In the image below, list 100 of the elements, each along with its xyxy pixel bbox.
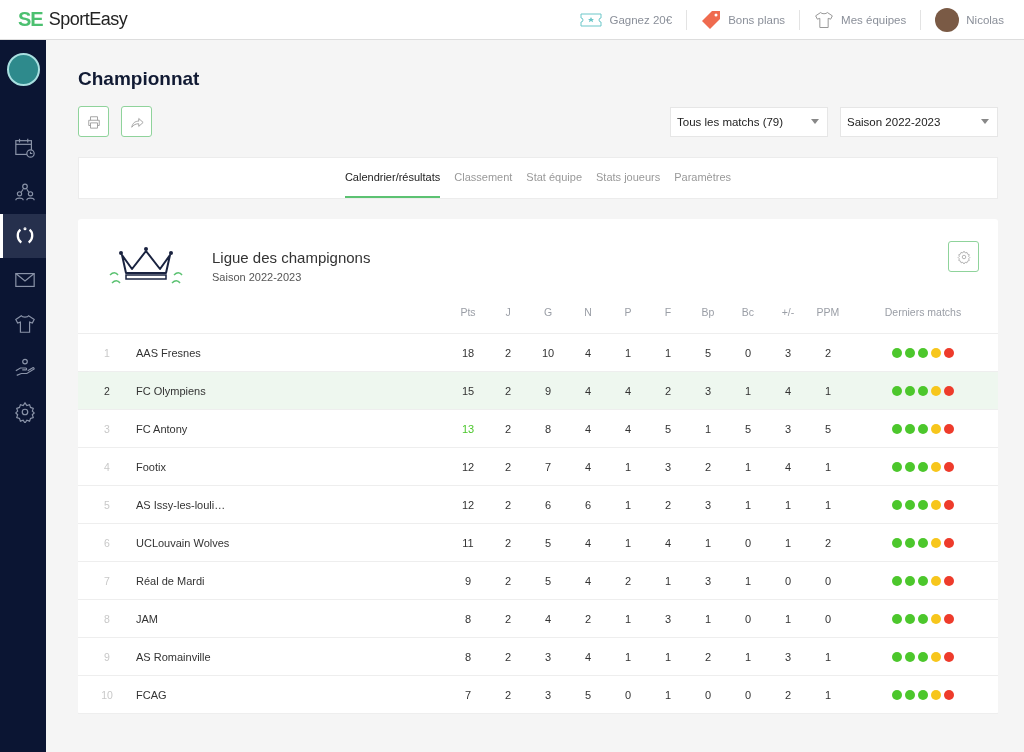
column-header: Derniers matchs [883,306,963,318]
team-name: AAS Fresnes [136,346,202,359]
table-cell-text: 4 [583,422,593,435]
printer-icon [86,114,101,129]
table-cell-text: 0 [743,536,753,549]
table-cell-text: 2 [503,498,513,511]
column-header: G [542,306,554,318]
league-season: Saison 2022-2023 [212,271,303,283]
tab[interactable]: Calendrier/résultats [344,158,441,198]
table-cell-text: 4 [623,422,633,435]
table-cell-text: 3 [703,498,713,511]
table-cell-text: 4 [583,346,593,359]
shirt-icon [13,313,36,335]
table-cell-text: 4 [783,460,793,473]
table-cell-text: 0 [743,612,753,625]
team-name: JAM [136,612,159,625]
table-cell-text: 2 [503,346,513,359]
column-header: F [663,306,673,318]
table-cell-text: 1 [783,612,793,625]
table-cell-text: 1 [663,688,673,701]
table-cell-text: 10 [540,346,556,359]
table-cell-text: 1 [783,498,793,511]
avatar [935,7,960,32]
table-cell-text: 4 [623,384,633,397]
table-cell-text: 2 [823,536,833,549]
tag-icon [701,9,722,30]
filter-dropdown[interactable]: Tous les matchs (79) [670,106,828,137]
table-cell-text: 0 [623,688,633,701]
table-cell-text: 0 [823,612,833,625]
column-header: Bc [740,306,756,318]
caret-icon [981,119,989,124]
team-name: Footix [136,460,167,473]
table-cell-text: 2 [503,612,513,625]
table-cell-text: 8 [463,612,473,625]
table-cell-text: 18 [460,346,476,359]
table-cell-text: 1 [823,498,833,511]
table-cell-text: 4 [583,460,593,473]
caret-icon [811,119,819,124]
table-cell-text: 3 [543,688,553,701]
table-row[interactable]: 2 FC Olympiens 15 2 9 4 4 2 3 1 4 1 [78,372,998,410]
table-cell-text: 2 [663,498,673,511]
table-cell-text: 0 [703,688,713,701]
table-cell-text: 2 [503,422,513,435]
table-cell-text: 2 [503,536,513,549]
table-cell-text: 1 [703,422,713,435]
table-cell-text: 5 [543,574,553,587]
table-cell-text: 2 [503,688,513,701]
table-cell-text: 1 [823,688,833,701]
table-cell-text: 9 [543,384,553,397]
table-cell-text: 2 [783,688,793,701]
column-header: N [583,306,593,318]
table-cell-text: 7 [463,688,473,701]
table-cell-text: 5 [663,422,673,435]
column-header: P [623,306,633,318]
table-cell-text: 12 [460,460,476,473]
league-title: Ligue des champignons [212,249,371,266]
table-cell-text: 4 [663,536,673,549]
table-cell-text: 2 [503,460,513,473]
table-cell-text: 3 [663,460,673,473]
table-cell-text: 1 [663,346,673,359]
table-cell-text: 12 [460,498,476,511]
settings-icon [13,401,36,423]
table-cell-text: 5 [583,688,593,701]
table-cell-text: 1 [663,574,673,587]
table-cell-text: 2 [663,384,673,397]
filter-dropdown[interactable]: Saison 2022-2023 [840,106,998,137]
team-name: FCAG [136,688,168,701]
table-cell-text: 1 [623,536,633,549]
table-cell-text: 0 [823,574,833,587]
table-cell-text: 8 [543,422,553,435]
table-cell-text: 2 [703,650,713,663]
table-cell-text: 1 [743,574,753,587]
table-cell-text: 1 [743,384,753,397]
column-header: Bp [700,306,716,318]
column-header: +/- [780,306,796,318]
table-cell-text: 1 [783,536,793,549]
table-cell-text: 0 [743,346,753,359]
sidebar-item[interactable] [0,214,46,258]
share-icon [129,114,144,129]
table-cell-text: 0 [783,574,793,587]
table-cell-text: 8 [463,650,473,663]
team-name: UCLouvain Wolves [136,536,231,549]
calendar-icon [13,137,36,159]
table-cell-text: 11 [461,536,475,549]
page-title: Championnat [78,68,201,90]
column-header: PPM [815,306,841,318]
hand-icon [13,357,36,379]
table-cell-text: 5 [743,422,753,435]
table-cell-text: 2 [623,574,633,587]
table-cell-text: 1 [663,650,673,663]
table-cell-text: 1 [623,650,633,663]
table-cell-text: 4 [583,536,593,549]
table-cell-text: 5 [823,422,833,435]
table-cell-text: 5 [543,536,553,549]
table-cell-text: 2 [503,384,513,397]
table-cell-text: 9 [463,574,473,587]
table-cell-text: 1 [823,650,833,663]
table-cell-text: 2 [823,346,833,359]
brand-logo: SE [18,8,43,31]
table-cell-text: 1 [823,460,833,473]
